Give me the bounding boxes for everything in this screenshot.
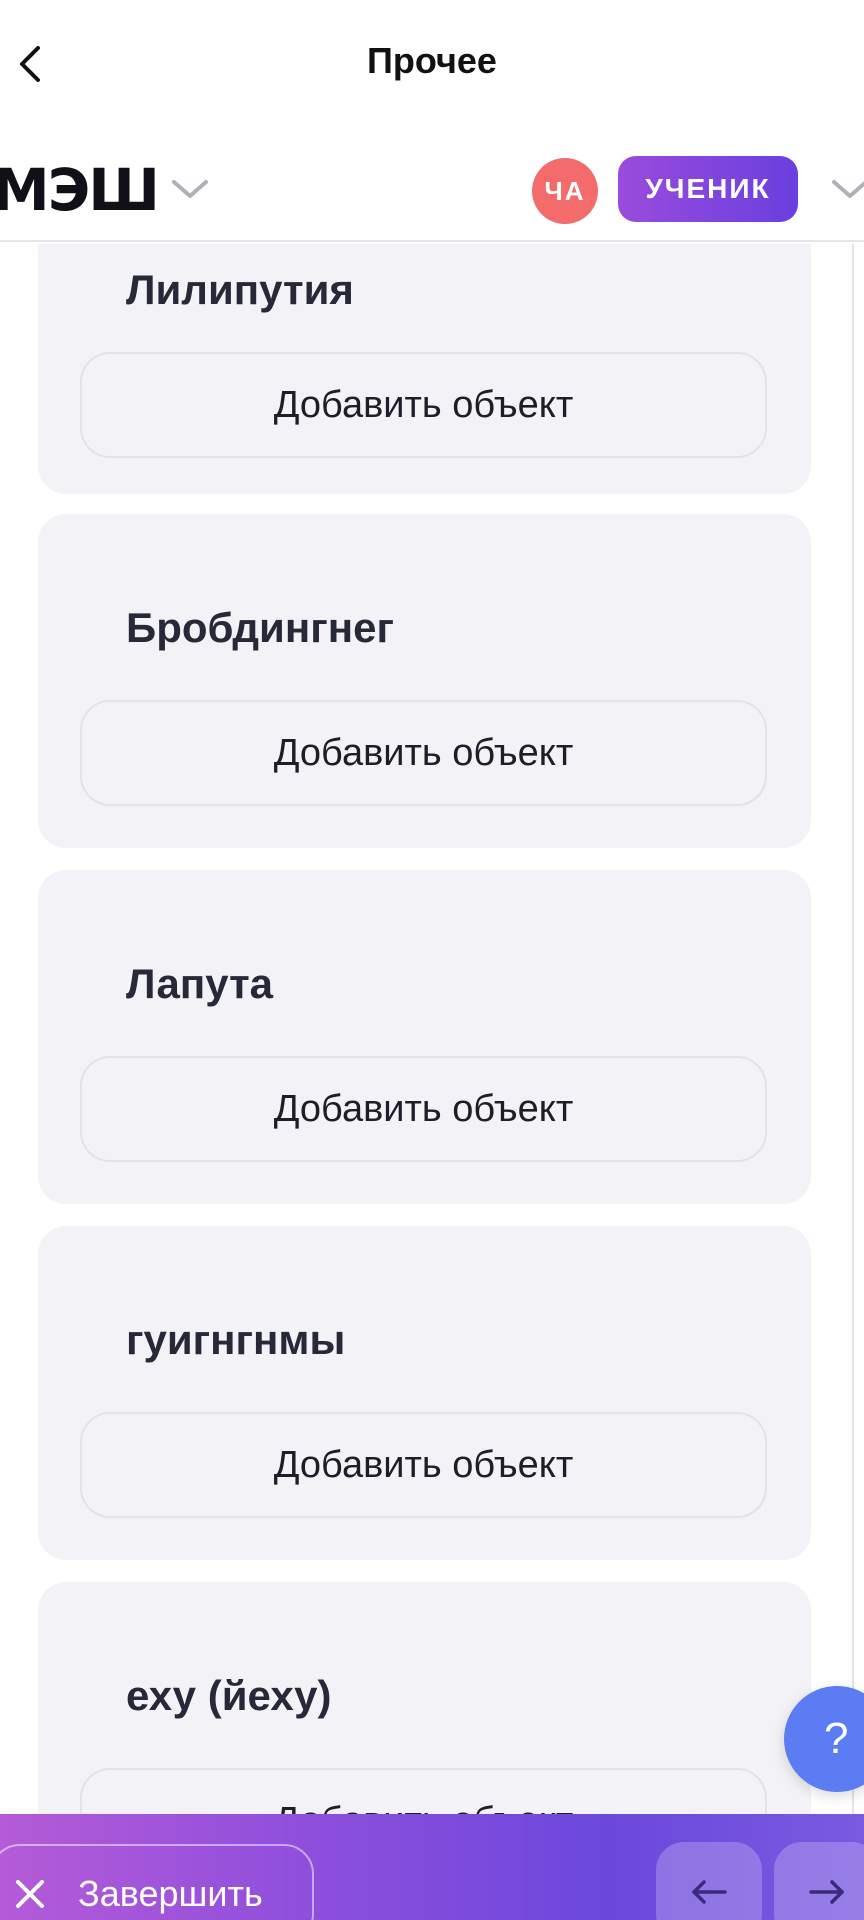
app-header: МЭШ ЧА УЧЕНИК	[0, 128, 864, 242]
card-title: гуигнгнмы	[126, 1316, 346, 1363]
arrow-right-icon	[809, 1880, 844, 1904]
card-title: еху (йеху)	[126, 1672, 332, 1719]
content-list[interactable]: Лилипутия Добавить объект Бробдингнег До…	[0, 244, 864, 1814]
help-label: ?	[824, 1714, 849, 1763]
add-object-button[interactable]: Добавить объект	[80, 352, 767, 458]
logo[interactable]: МЭШ	[0, 156, 160, 224]
finish-button[interactable]: Завершить	[0, 1844, 314, 1920]
list-item: гуигнгнмы Добавить объект	[38, 1226, 811, 1560]
chevron-down-icon[interactable]	[830, 178, 864, 202]
list-item: еху (йеху) Добавить объект	[38, 1582, 811, 1814]
list-item: Лапута Добавить объект	[38, 870, 811, 1204]
finish-label: Завершить	[78, 1873, 263, 1914]
add-object-button[interactable]: Добавить объект	[80, 1768, 767, 1814]
list-item: Бробдингнег Добавить объект	[38, 514, 811, 848]
card-title: Бробдингнег	[126, 604, 394, 651]
role-badge[interactable]: УЧЕНИК	[618, 156, 798, 222]
add-object-button[interactable]: Добавить объект	[80, 1056, 767, 1162]
card-title: Лапута	[126, 960, 274, 1007]
add-object-button[interactable]: Добавить объект	[80, 1412, 767, 1518]
close-icon	[12, 1876, 48, 1912]
card-title: Лилипутия	[126, 266, 354, 313]
avatar[interactable]: ЧА	[532, 158, 598, 224]
list-item: Лилипутия Добавить объект	[38, 244, 811, 494]
bottom-bar: Завершить	[0, 1814, 864, 1920]
next-button[interactable]	[774, 1842, 864, 1920]
chevron-down-icon[interactable]	[170, 178, 210, 202]
page-title: Прочее	[367, 40, 497, 81]
prev-button[interactable]	[656, 1842, 762, 1920]
page: Прочее МЭШ ЧА УЧЕНИК Лилипутия Добавить …	[0, 0, 864, 1920]
scrollbar[interactable]	[852, 244, 854, 1814]
add-object-button[interactable]: Добавить объект	[80, 700, 767, 806]
top-navbar: Прочее	[0, 0, 864, 128]
arrow-left-icon	[692, 1880, 727, 1904]
